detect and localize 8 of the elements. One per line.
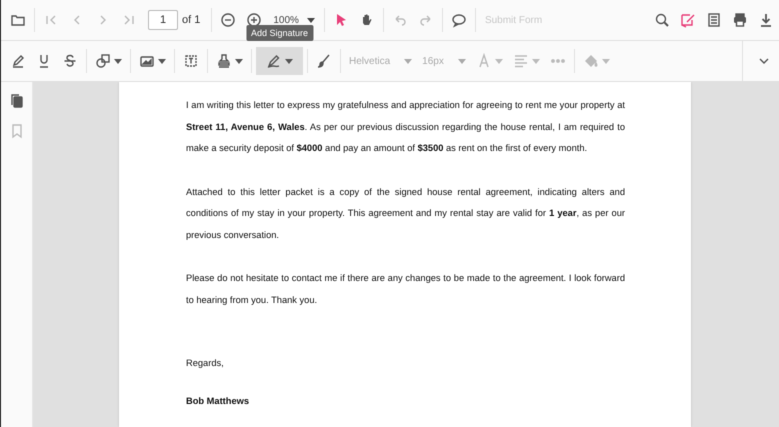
paragraph: Please do not hesitate to contact me if there are any changes to be made to the agreement. I look forward to hearing from you. Thank you. — [186, 272, 625, 307]
closing-line: Regards, — [186, 357, 225, 370]
tooltip: Add Signature — [246, 25, 314, 41]
paragraph: Attached to this letter packet is a copy of the signed house rental agreement, indicating alters and conditions of my stay in your property. This agreement and my rental stay are valid for 1 year, as per our previous conversation. — [186, 186, 625, 242]
signer-name: Bob Matthews — [186, 394, 250, 408]
page-number-field[interactable]: 1 — [148, 10, 178, 30]
page-count: of 1 — [182, 14, 200, 26]
paragraph: I am writing this letter to express my gratefulness and appreciation for agreeing to rent me your property at Street 11, Avenue 6, Wales. As per our previous discussion regarding the house rental, I am required to make a security deposit of $4000 and pay an amount of $3500 as rent on the first of every month. — [186, 99, 625, 155]
